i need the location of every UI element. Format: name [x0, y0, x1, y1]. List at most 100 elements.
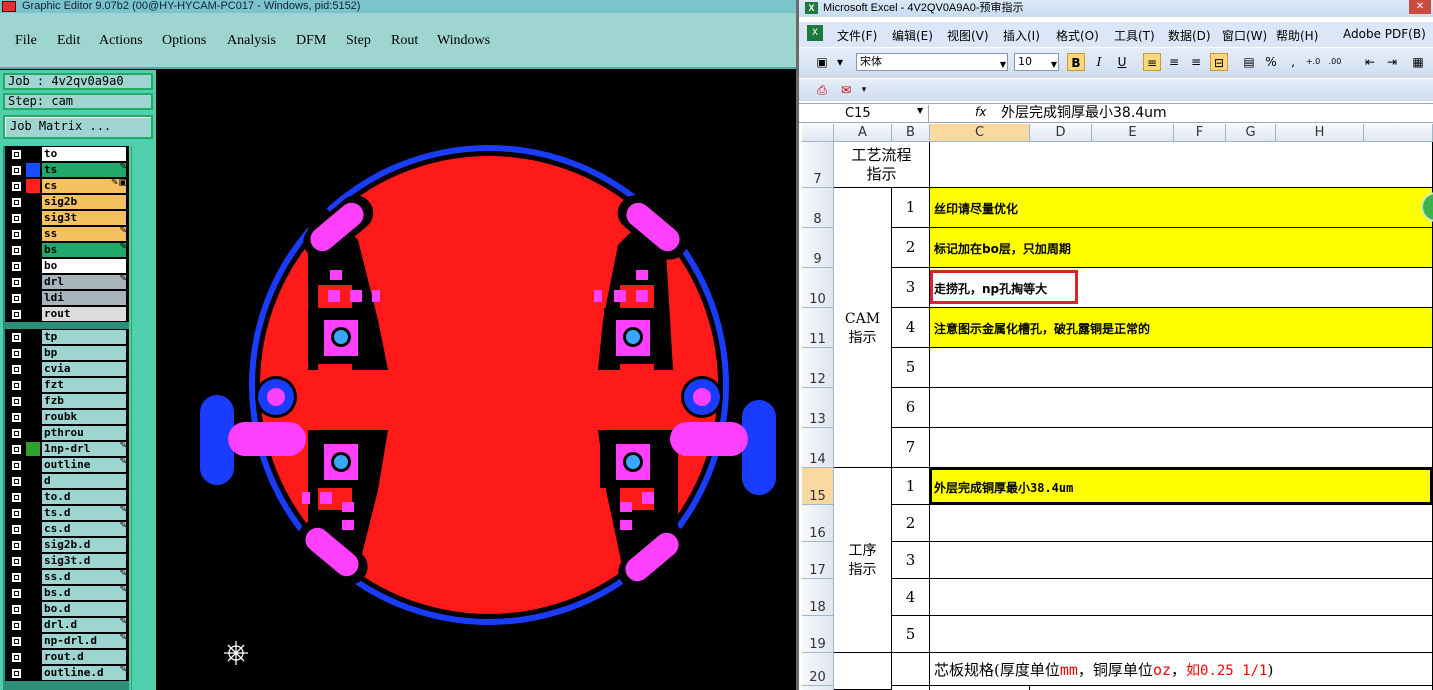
menu-file-cn[interactable]: 文件(F)	[837, 27, 877, 44]
layer-name[interactable]: to	[42, 147, 126, 161]
row-header-13[interactable]: 13	[802, 388, 834, 428]
layer-checkbox[interactable]	[11, 460, 22, 471]
menu-dfm[interactable]: DFM	[296, 33, 326, 49]
layer-color-swatch[interactable]	[26, 618, 40, 632]
graphic-canvas[interactable]	[158, 70, 796, 690]
layer-color-swatch[interactable]	[26, 259, 40, 273]
close-icon[interactable]: ✕	[1409, 0, 1431, 14]
layer-name[interactable]: bo	[42, 259, 126, 273]
layer-checkbox[interactable]	[11, 556, 22, 567]
layer-color-swatch[interactable]	[26, 650, 40, 664]
underline-button[interactable]: U	[1113, 53, 1131, 71]
layer-row[interactable]: fzt	[5, 377, 129, 393]
layer-name[interactable]: sig3t	[42, 211, 126, 225]
menu-options[interactable]: Options	[162, 33, 206, 49]
layer-row[interactable]: bo	[5, 258, 129, 274]
layer-checkbox[interactable]	[11, 444, 22, 455]
align-left-icon[interactable]: ≡	[1143, 53, 1161, 71]
layer-row[interactable]: sig2b	[5, 194, 129, 210]
cell-b10[interactable]: 3	[892, 268, 930, 308]
layer-checkbox[interactable]	[11, 604, 22, 615]
layer-name[interactable]: rout.d	[42, 650, 126, 664]
currency-icon[interactable]: ▤	[1240, 53, 1258, 71]
layer-checkbox[interactable]	[11, 149, 22, 160]
select-all-corner[interactable]	[802, 124, 834, 142]
layer-name[interactable]: drl	[42, 275, 126, 289]
layer-row[interactable]: drl.d ✎	[5, 617, 129, 633]
cell-c12[interactable]	[930, 348, 1433, 388]
layer-color-swatch[interactable]	[26, 195, 40, 209]
layer-row[interactable]: rout	[5, 306, 129, 322]
layer-checkbox[interactable]	[11, 620, 22, 631]
fx-icon[interactable]: fx	[975, 105, 986, 119]
layer-checkbox[interactable]	[11, 412, 22, 423]
layer-row[interactable]: bs.d ✎	[5, 585, 129, 601]
cell-c9[interactable]: 标记加在bo层，只加周期	[930, 228, 1433, 268]
menu-help-cn[interactable]: 帮助(H)	[1276, 27, 1318, 44]
layer-checkbox[interactable]	[11, 380, 22, 391]
layer-checkbox[interactable]	[11, 652, 22, 663]
layer-checkbox[interactable]	[11, 508, 22, 519]
layer-checkbox[interactable]	[11, 636, 22, 647]
editor-title-bar[interactable]: Graphic Editor 9.07b2 (00@HY-HYCAM-PC017…	[0, 0, 796, 13]
layer-color-swatch[interactable]	[26, 410, 40, 424]
job-matrix-button[interactable]: Job Matrix ...	[3, 115, 153, 139]
menu-data-cn[interactable]: 数据(D)	[1168, 27, 1211, 44]
layer-checkbox[interactable]	[11, 277, 22, 288]
layer-color-swatch[interactable]	[26, 442, 40, 456]
percent-icon[interactable]: %	[1262, 53, 1280, 71]
italic-button[interactable]: I	[1090, 53, 1108, 71]
menu-edit[interactable]: Edit	[57, 33, 80, 49]
toolbar-options-icon[interactable]: ▾	[859, 81, 869, 99]
layer-checkbox[interactable]	[11, 476, 22, 487]
layer-name[interactable]: d	[42, 474, 126, 488]
cell-b14[interactable]: 7	[892, 428, 930, 468]
cell-b17[interactable]: 3	[892, 542, 930, 579]
layer-name[interactable]: tp	[42, 330, 126, 344]
layer-checkbox[interactable]	[11, 261, 22, 272]
layer-row[interactable]: tp	[5, 329, 129, 345]
layer-checkbox[interactable]	[11, 572, 22, 583]
layer-checkbox[interactable]	[11, 428, 22, 439]
menu-tools-cn[interactable]: 工具(T)	[1114, 27, 1155, 44]
merge-center-icon[interactable]: ⊟	[1210, 53, 1228, 71]
layer-row[interactable]: ss.d ✎	[5, 569, 129, 585]
layer-color-swatch[interactable]	[26, 426, 40, 440]
cell-a15-process-step-label[interactable]: 工序 指示	[834, 468, 892, 653]
layer-checkbox[interactable]	[11, 197, 22, 208]
cell-c15-selected[interactable]: 外层完成铜厚最小38.4um	[930, 468, 1433, 505]
formula-input[interactable]: 外层完成铜厚最小38.4um	[1001, 105, 1167, 122]
menu-edit-cn[interactable]: 编辑(E)	[892, 27, 933, 44]
layer-name[interactable]: ts.d	[42, 506, 126, 520]
row-header-7[interactable]: 7	[802, 142, 834, 188]
row-header-14[interactable]: 14	[802, 428, 834, 468]
layer-row[interactable]: drl ✎	[5, 274, 129, 290]
menu-windows[interactable]: Windows	[437, 33, 490, 49]
cell-b12[interactable]: 5	[892, 348, 930, 388]
layer-row[interactable]: bo.d	[5, 601, 129, 617]
column-header-i[interactable]	[1364, 124, 1433, 142]
layer-checkbox[interactable]	[11, 588, 22, 599]
layer-name[interactable]: ldi	[42, 291, 126, 305]
layer-row[interactable]: np-drl.d ✎	[5, 633, 129, 649]
menu-format-cn[interactable]: 格式(O)	[1056, 27, 1099, 44]
cell-b16[interactable]: 2	[892, 505, 930, 542]
cell-b18[interactable]: 4	[892, 579, 930, 616]
layer-row[interactable]: cs ✎▣	[5, 178, 129, 194]
cell-b8[interactable]: 1	[892, 188, 930, 228]
layer-name[interactable]: roubk	[42, 410, 126, 424]
layer-row[interactable]: ss ✎	[5, 226, 129, 242]
layer-row[interactable]: cvia	[5, 361, 129, 377]
layer-row[interactable]: to	[5, 146, 129, 162]
layer-color-swatch[interactable]	[26, 458, 40, 472]
layer-color-swatch[interactable]	[26, 506, 40, 520]
layer-checkbox[interactable]	[11, 213, 22, 224]
column-header-f[interactable]: F	[1174, 124, 1226, 142]
layer-name[interactable]: outline.d	[42, 666, 126, 680]
name-box[interactable]: C15	[803, 105, 929, 122]
layer-name[interactable]: fzt	[42, 378, 126, 392]
layer-checkbox[interactable]	[11, 492, 22, 503]
layer-name[interactable]: 1np-drl	[42, 442, 126, 456]
layer-checkbox[interactable]	[11, 229, 22, 240]
toolbar-options-icon[interactable]: ▾	[835, 53, 845, 71]
